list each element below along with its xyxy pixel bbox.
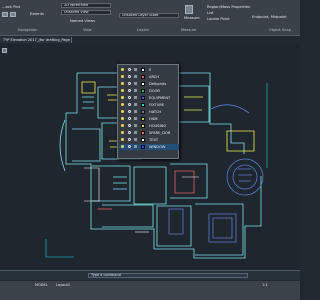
layer-row-hide[interactable]: HIDE	[119, 116, 179, 122]
layer-color-swatch	[141, 124, 145, 128]
ribbon-top-left-text: ...ack Plot	[2, 5, 21, 9]
layer-color-swatch	[141, 75, 145, 79]
layers-panel-label: Layers	[137, 28, 149, 32]
zoom-icon[interactable]	[10, 12, 16, 17]
navigation-panel-label: Navigation	[18, 28, 38, 32]
layer-color-swatch	[141, 145, 145, 149]
layer-state-field[interactable]: Unsaved Layer State	[119, 13, 179, 18]
document-tab[interactable]: TYP Elevation 2017_(for drafting_Page 1	[0, 37, 72, 43]
properties-item-1[interactable]: Region/Mass Properties	[207, 5, 250, 9]
command-input[interactable]: Type a command	[88, 273, 248, 278]
named-views-label[interactable]: Named Views	[70, 19, 95, 23]
layer-color-swatch	[141, 131, 145, 135]
layer-dropdown[interactable]: 0 ARCH Defpoints DOOR EQUIPMENT FIXTURE	[117, 64, 179, 159]
layer-color-swatch	[141, 89, 145, 93]
annotation-scale[interactable]: 1:1	[262, 283, 268, 287]
layer-color-swatch	[141, 110, 145, 114]
layout-tab[interactable]: Layout1	[56, 283, 70, 287]
measure-icon[interactable]	[185, 5, 193, 14]
pan-icon[interactable]	[2, 12, 8, 17]
model-tab[interactable]: MODEL	[35, 283, 48, 287]
layer-color-swatch	[141, 68, 145, 72]
visual-style-field[interactable]: 2D Wireframe	[61, 3, 111, 8]
layer-row-fixture[interactable]: FIXTURE	[119, 102, 179, 108]
ribbon: ...ack Plot Extents Navigation 2D Wirefr…	[0, 0, 300, 36]
viewcube-icon[interactable]	[2, 48, 7, 53]
layer-row-text[interactable]: TEXT	[119, 137, 179, 143]
layer-color-swatch	[141, 96, 145, 100]
layer-row-spare-dor[interactable]: SPARE_DOR	[119, 130, 179, 136]
layer-row-hatch[interactable]: HATCH	[119, 109, 179, 115]
drawing-canvas[interactable]: 0 ARCH Defpoints DOOR EQUIPMENT FIXTURE	[0, 44, 300, 270]
properties-item-3[interactable]: Locate Point	[207, 17, 230, 21]
measure-tool-label[interactable]: Measure	[184, 16, 200, 20]
object-snap-label: Object Snap	[269, 28, 291, 32]
properties-item-2[interactable]: List	[207, 11, 213, 15]
layer-row-window[interactable]: WINDOW	[119, 144, 179, 150]
layer-row-equipment[interactable]: EQUIPMENT	[119, 95, 179, 101]
status-bar: MODEL Layout1 1:1	[0, 281, 300, 300]
snap-label[interactable]: Endpoint, Midpoint	[252, 15, 287, 19]
layer-color-swatch	[141, 103, 145, 107]
view-panel-label: View	[83, 28, 92, 32]
layer-row-door[interactable]: DOOR	[119, 88, 179, 94]
layer-row-arch[interactable]: ARCH	[119, 74, 179, 80]
layer-color-swatch	[141, 117, 145, 121]
layer-row-0[interactable]: 0	[119, 67, 179, 73]
extents-label[interactable]: Extents	[30, 12, 44, 16]
saved-view-field[interactable]: Unsaved View	[61, 10, 111, 15]
layer-color-swatch	[141, 138, 145, 142]
layer-row-housing[interactable]: HOUSING	[119, 123, 179, 129]
command-line[interactable]: Type a command	[0, 270, 300, 280]
layer-row-defpoints[interactable]: Defpoints	[119, 81, 179, 87]
measure-panel-label: Measure	[181, 28, 197, 32]
layer-color-swatch	[141, 82, 145, 86]
